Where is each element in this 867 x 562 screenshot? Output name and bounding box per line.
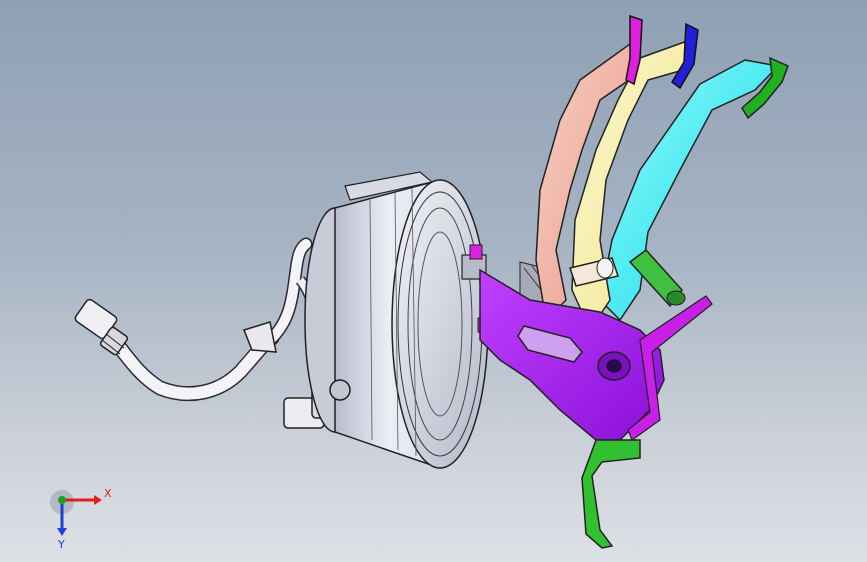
vacuum-hose[interactable] [74,237,341,429]
assembly-scene[interactable] [0,0,867,562]
y-axis-dot-icon [58,496,66,504]
z-axis-arrowhead-icon [57,528,67,536]
coordinate-triad: X Y [50,487,112,550]
hose-connector[interactable] [74,298,129,356]
vacuum-booster[interactable] [304,171,489,469]
lower-arm-green[interactable] [581,439,641,549]
model-viewport[interactable]: X Y [0,0,867,562]
hose-clip [243,321,277,353]
x-axis-arrowhead-icon [94,495,102,505]
y-axis-label: Y [57,538,65,550]
x-axis-label: X [104,487,112,500]
